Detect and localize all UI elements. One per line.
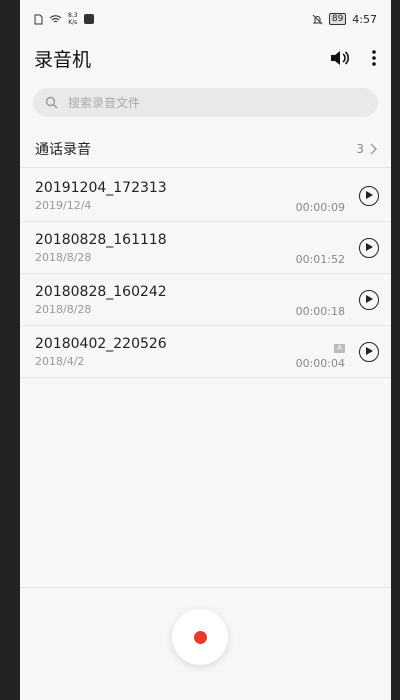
section-right: 3 — [356, 142, 377, 156]
recording-info: 20191204_172313 2019/12/4 — [35, 179, 215, 213]
recording-meta: 00:00:09 — [296, 178, 345, 214]
recording-actions: 00:00:18 — [296, 282, 379, 318]
recording-info: 20180828_160242 2018/8/28 — [35, 283, 215, 317]
list-item[interactable]: 20180828_161118 2018/8/28 00:01:52 — [20, 222, 391, 274]
recording-actions: 00:01:52 — [296, 230, 379, 266]
app-header: 录音机 — [20, 38, 391, 78]
network-speed: 8.3 K/s — [68, 12, 78, 26]
play-icon[interactable] — [359, 289, 379, 310]
phone-frame: 8.3 K/s 89 4:57 录音机 通话录音 — [0, 0, 400, 700]
recording-date: 2019/12/4 — [35, 198, 92, 212]
recording-actions: 00:00:09 — [296, 178, 379, 214]
page-title: 录音机 — [34, 48, 92, 71]
play-icon[interactable] — [359, 341, 379, 362]
status-bar: 8.3 K/s 89 4:57 — [20, 0, 391, 38]
recording-duration: 00:00:09 — [295, 200, 345, 214]
list-item[interactable]: 20191204_172313 2019/12/4 00:00:09 — [20, 170, 391, 222]
recording-name: 20180402_220526 — [35, 335, 167, 352]
more-options-icon[interactable] — [371, 49, 377, 67]
notification-icon — [83, 14, 94, 24]
speaker-icon[interactable] — [329, 49, 351, 67]
header-actions — [329, 49, 377, 67]
recording-name: 20180828_161118 — [35, 231, 167, 248]
recording-duration: 00:01:52 — [295, 252, 345, 266]
screen: 8.3 K/s 89 4:57 录音机 通话录音 — [20, 0, 391, 700]
speed-value: 8.3 — [68, 12, 78, 19]
play-icon[interactable] — [359, 237, 379, 258]
section-count: 3 — [356, 142, 364, 156]
chevron-right-icon — [370, 143, 377, 155]
recording-date: 2018/8/28 — [35, 302, 92, 316]
status-right: 89 4:57 — [312, 13, 377, 26]
section-label: 通话录音 — [35, 142, 91, 158]
status-left: 8.3 K/s — [34, 12, 94, 26]
auto-badge: A — [334, 343, 345, 353]
search-icon — [45, 96, 58, 109]
speed-unit: K/s — [68, 19, 78, 26]
list-item[interactable]: 20180402_220526 2018/4/2 A 00:00:04 — [20, 326, 391, 378]
recording-list: 20191204_172313 2019/12/4 00:00:09 20180… — [20, 170, 391, 378]
play-icon[interactable] — [359, 185, 379, 206]
bottom-bar — [20, 587, 391, 700]
recording-duration: 00:00:18 — [295, 304, 345, 318]
battery-indicator: 89 — [328, 13, 347, 25]
recording-duration: 00:00:04 — [295, 356, 345, 370]
recording-actions: A 00:00:04 — [296, 334, 379, 370]
record-button[interactable] — [172, 609, 228, 665]
recording-meta: 00:01:52 — [296, 230, 345, 266]
recording-meta: A 00:00:04 — [296, 334, 345, 370]
record-dot-icon — [193, 630, 207, 644]
recording-info: 20180402_220526 2018/4/2 — [35, 335, 215, 369]
recording-info: 20180828_161118 2018/8/28 — [35, 231, 215, 265]
recording-date: 2018/4/2 — [35, 354, 85, 368]
bell-off-icon — [312, 14, 323, 24]
clock: 4:57 — [352, 12, 377, 26]
recording-meta: 00:00:18 — [296, 282, 345, 318]
sim-icon — [34, 14, 43, 24]
recording-name: 20180828_160242 — [35, 283, 167, 300]
recording-name: 20191204_172313 — [35, 179, 167, 196]
list-item[interactable]: 20180828_160242 2018/8/28 00:00:18 — [20, 274, 391, 326]
search-bar[interactable] — [33, 88, 378, 117]
search-input[interactable] — [66, 94, 310, 111]
recording-date: 2018/8/28 — [35, 250, 92, 264]
call-recordings-entry[interactable]: 通话录音 3 — [20, 131, 391, 168]
wifi-icon — [49, 15, 62, 23]
